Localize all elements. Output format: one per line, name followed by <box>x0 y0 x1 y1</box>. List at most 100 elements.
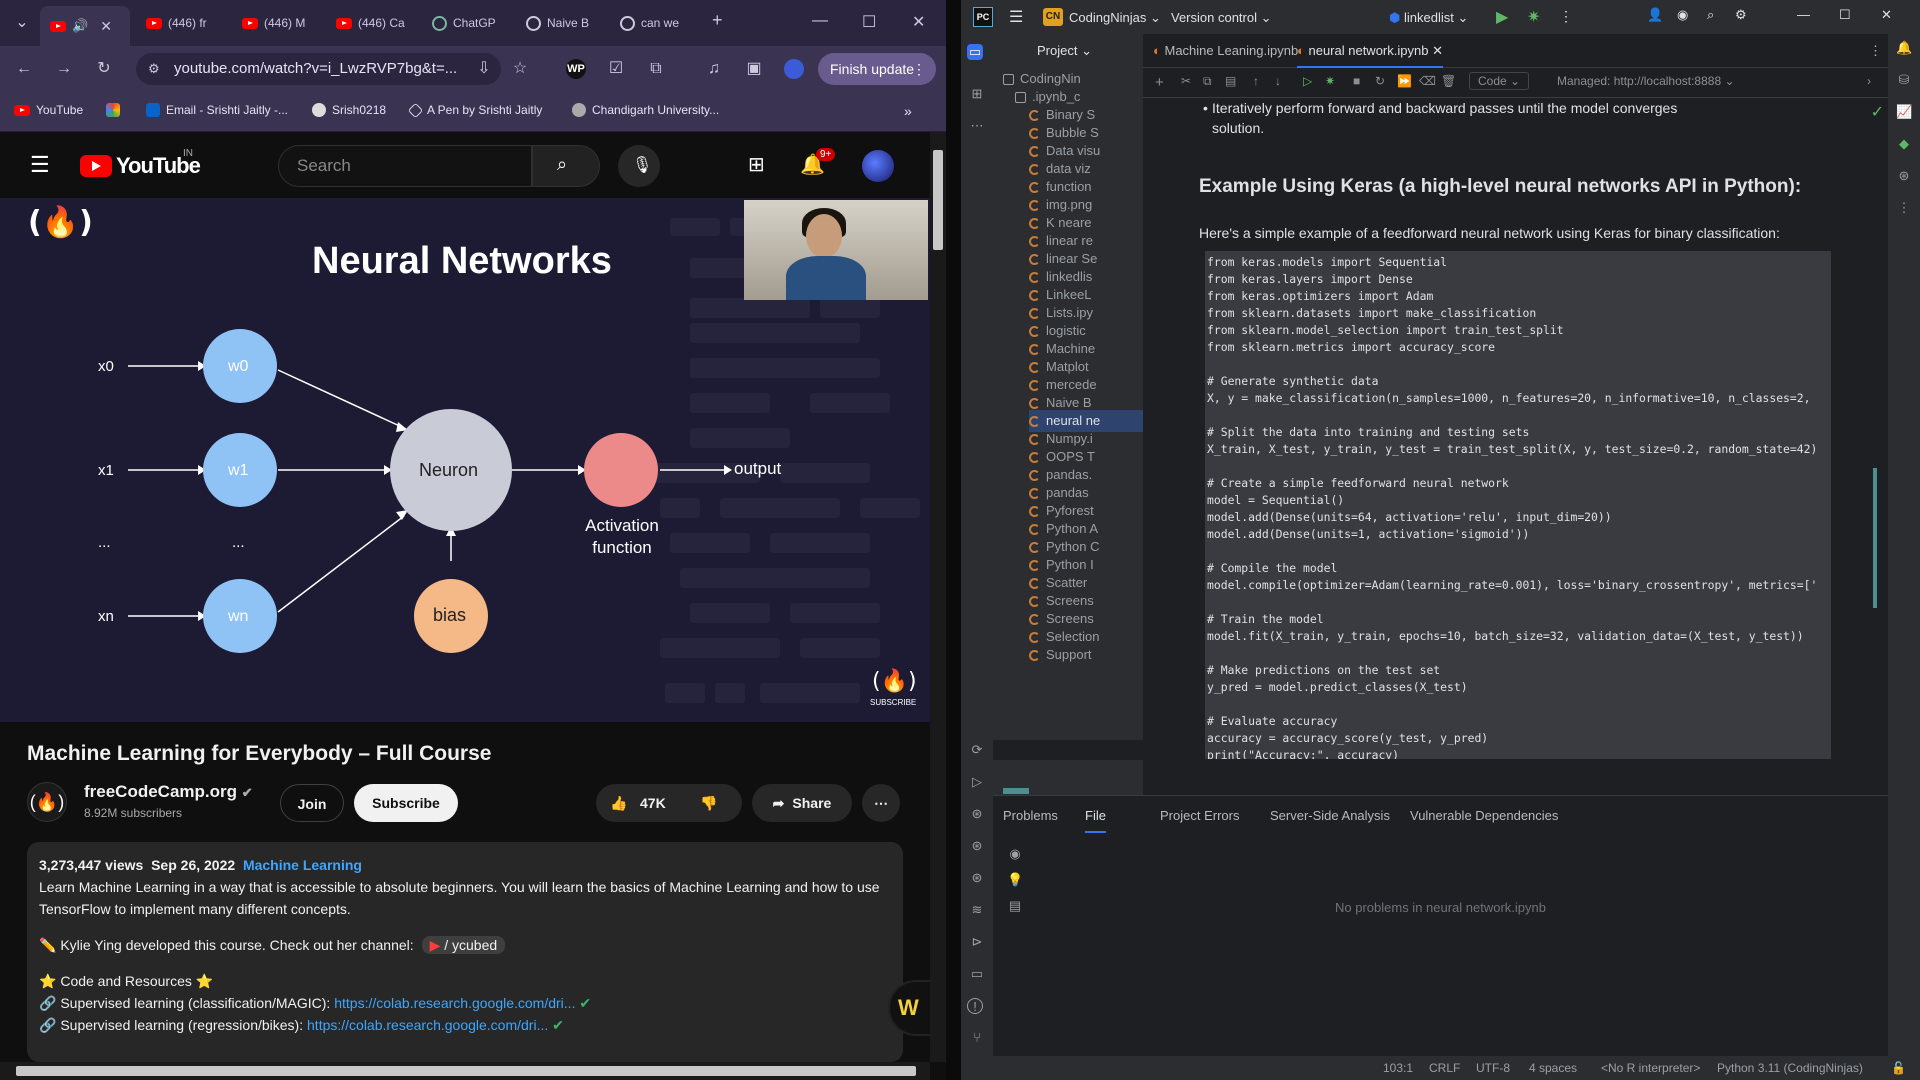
tab-youtube-1[interactable]: (446) fr <box>146 9 226 37</box>
more-actions-button[interactable]: ⋯ <box>862 784 900 822</box>
python-packages-icon[interactable]: ⟳ <box>969 742 985 758</box>
user-avatar[interactable] <box>862 150 894 182</box>
search-everywhere-icon[interactable]: ⌕ <box>1707 7 1714 23</box>
colab-link-1[interactable]: https://colab.research.google.com/dri... <box>334 995 575 1011</box>
code-cell[interactable]: from keras.models import Sequential from… <box>1205 251 1831 759</box>
notebook-editor[interactable]: • Iteratively perform forward and backwa… <box>1143 98 1888 760</box>
tab-vulnerable-dependencies[interactable]: Vulnerable Dependencies <box>1410 808 1558 823</box>
bookmark-github[interactable]: Srish0218 <box>312 103 386 117</box>
back-icon[interactable]: ← <box>14 59 34 79</box>
hamburger-menu-icon[interactable]: ☰ <box>30 152 50 178</box>
close-window-icon[interactable]: ✕ <box>912 12 925 32</box>
checkbox-extension-icon[interactable]: ☑ <box>606 59 626 79</box>
branch-switcher[interactable]: ⬢ linkedlist ⌄ <box>1389 10 1468 26</box>
layers-icon[interactable]: ≋ <box>969 902 985 918</box>
services-icon[interactable]: ⊛ <box>969 838 985 854</box>
dislike-button[interactable]: 👎 <box>700 784 717 822</box>
run-icon[interactable]: ▶ <box>1496 7 1508 27</box>
extensions-icon[interactable]: ⧉ <box>646 59 666 79</box>
notifications-icon[interactable]: 🔔 <box>1896 40 1912 56</box>
tab-server-side-analysis[interactable]: Server-Side Analysis <box>1270 808 1390 823</box>
main-menu-icon[interactable]: ☰ <box>1009 7 1023 27</box>
create-video-icon[interactable]: ⊞ <box>748 152 765 177</box>
tab-youtube-2[interactable]: (446) M <box>242 9 322 37</box>
project-switcher[interactable]: CodingNinjas ⌄ <box>1069 10 1161 26</box>
copilot-icon[interactable]: ⊛ <box>1896 168 1912 184</box>
debug-cell-icon[interactable]: ✷ <box>1325 74 1335 88</box>
reload-icon[interactable]: ↻ <box>94 59 114 79</box>
ai-assistant-icon[interactable]: ◆ <box>1896 136 1912 152</box>
join-button[interactable]: Join <box>280 784 344 822</box>
tab-search-chevron-icon[interactable]: ⌄ <box>12 13 32 33</box>
install-app-icon[interactable]: ⇩ <box>474 59 494 79</box>
scrollbar-thumb[interactable] <box>16 1066 916 1076</box>
page-scrollbar-horizontal[interactable] <box>0 1062 930 1080</box>
delete-cell-icon[interactable]: 🗑 <box>1441 74 1456 88</box>
terminal-icon[interactable]: ▭ <box>969 966 985 982</box>
project-tool-icon[interactable]: ▭ <box>967 44 983 60</box>
python-interpreter[interactable]: Python 3.11 (CodingNinjas) <box>1717 1061 1863 1075</box>
site-info-icon[interactable]: ⚙ <box>148 53 160 85</box>
bookmark-star-icon[interactable]: ☆ <box>510 59 530 79</box>
lock-icon[interactable]: 🔓 <box>1891 1061 1906 1075</box>
tab-naive-bayes[interactable]: Naive B <box>526 9 606 37</box>
more-tools-icon[interactable]: ⋯ <box>969 118 985 134</box>
close-window-icon[interactable]: ✕ <box>1881 7 1892 23</box>
indent-setting[interactable]: 4 spaces <box>1529 1061 1577 1075</box>
subscribe-button[interactable]: Subscribe <box>354 784 458 822</box>
voice-search-button[interactable]: 🎙 <box>618 145 660 187</box>
tab-active-youtube[interactable]: 🔊 ✕ <box>40 6 130 46</box>
maximize-icon[interactable]: ☐ <box>1839 7 1851 23</box>
expand-toolbar-icon[interactable]: › <box>1867 74 1871 88</box>
channel-mention-link[interactable]: ▶ / ycubed <box>421 936 506 954</box>
kebab-menu-icon[interactable]: ⋮ <box>912 53 926 85</box>
channel-name[interactable]: freeCodeCamp.org ✔ <box>84 782 253 802</box>
copilot-icon[interactable]: ◉ <box>1677 7 1688 23</box>
tab-file[interactable]: File <box>1085 808 1106 833</box>
tab-close-icon[interactable]: ✕ <box>100 18 112 35</box>
cut-cell-icon[interactable]: ✂ <box>1181 74 1191 88</box>
tab-can-we[interactable]: can we <box>620 9 700 37</box>
problems-tool-icon[interactable]: ! <box>967 998 983 1014</box>
more-actions-icon[interactable]: ⋮ <box>1559 8 1573 25</box>
cell-type-select[interactable]: Code ⌄ <box>1469 72 1530 90</box>
python-console-icon[interactable]: ⊛ <box>969 806 985 822</box>
copy-cell-icon[interactable]: ⧉ <box>1203 74 1212 89</box>
move-up-icon[interactable]: ↑ <box>1253 74 1259 88</box>
tree-item[interactable]: Support <box>1029 644 1143 666</box>
run-all-icon[interactable]: ⏩ <box>1397 74 1412 88</box>
hashtag-link[interactable]: Machine Learning <box>243 857 362 873</box>
services-play-icon[interactable]: ⊳ <box>969 934 985 950</box>
caret-position[interactable]: 103:1 <box>1383 1061 1413 1075</box>
tab-project-errors[interactable]: Project Errors <box>1160 808 1239 823</box>
bookmark-pinwheel[interactable] <box>106 103 120 117</box>
tab-chatgpt[interactable]: ChatGP <box>432 9 512 37</box>
address-bar[interactable]: ⚙ youtube.com/watch?v=i_LwzRVP7bg&t=... <box>136 53 501 85</box>
structure-icon[interactable]: ⊞ <box>969 86 985 102</box>
video-description[interactable]: 3,273,447 views Sep 26, 2022 Machine Lea… <box>27 842 903 1062</box>
more-bookmarks-icon[interactable]: » <box>904 103 912 119</box>
file-encoding[interactable]: UTF-8 <box>1476 1061 1510 1075</box>
media-control-icon[interactable]: ♫ <box>704 59 724 79</box>
wordpress-extension-icon[interactable]: WP <box>566 59 586 79</box>
run-cell-icon[interactable]: ▷ <box>1303 74 1312 88</box>
profile-avatar-icon[interactable] <box>784 59 804 79</box>
forward-icon[interactable]: → <box>54 59 74 79</box>
version-control-menu[interactable]: Version control ⌄ <box>1171 10 1272 26</box>
side-panel-icon[interactable]: ▣ <box>744 59 764 79</box>
clear-outputs-icon[interactable]: ⌫ <box>1419 74 1436 88</box>
line-separator[interactable]: CRLF <box>1429 1061 1460 1075</box>
project-panel-header[interactable]: Project ⌄ <box>993 34 1143 68</box>
bookmark-email[interactable]: Email - Srishti Jaitly -... <box>146 103 288 117</box>
more-tools-icon[interactable]: ⋮ <box>1896 200 1912 216</box>
add-cell-icon[interactable]: + <box>1155 74 1164 91</box>
colab-link-2[interactable]: https://colab.research.google.com/dri... <box>307 1017 548 1033</box>
stop-kernel-icon[interactable]: ■ <box>1353 74 1360 88</box>
account-icon[interactable]: 👤 <box>1647 7 1663 23</box>
tab-youtube-3[interactable]: (446) Ca <box>336 9 416 37</box>
settings-gear-icon[interactable]: ⚙ <box>1735 7 1747 23</box>
tab-machine-leaning[interactable]: ◐ Machine Leaning.ipynb <box>1153 43 1298 58</box>
debug-icon[interactable]: ✷ <box>1527 7 1540 27</box>
search-button[interactable]: ⌕ <box>532 145 600 187</box>
speaker-icon[interactable]: 🔊 <box>72 18 88 34</box>
